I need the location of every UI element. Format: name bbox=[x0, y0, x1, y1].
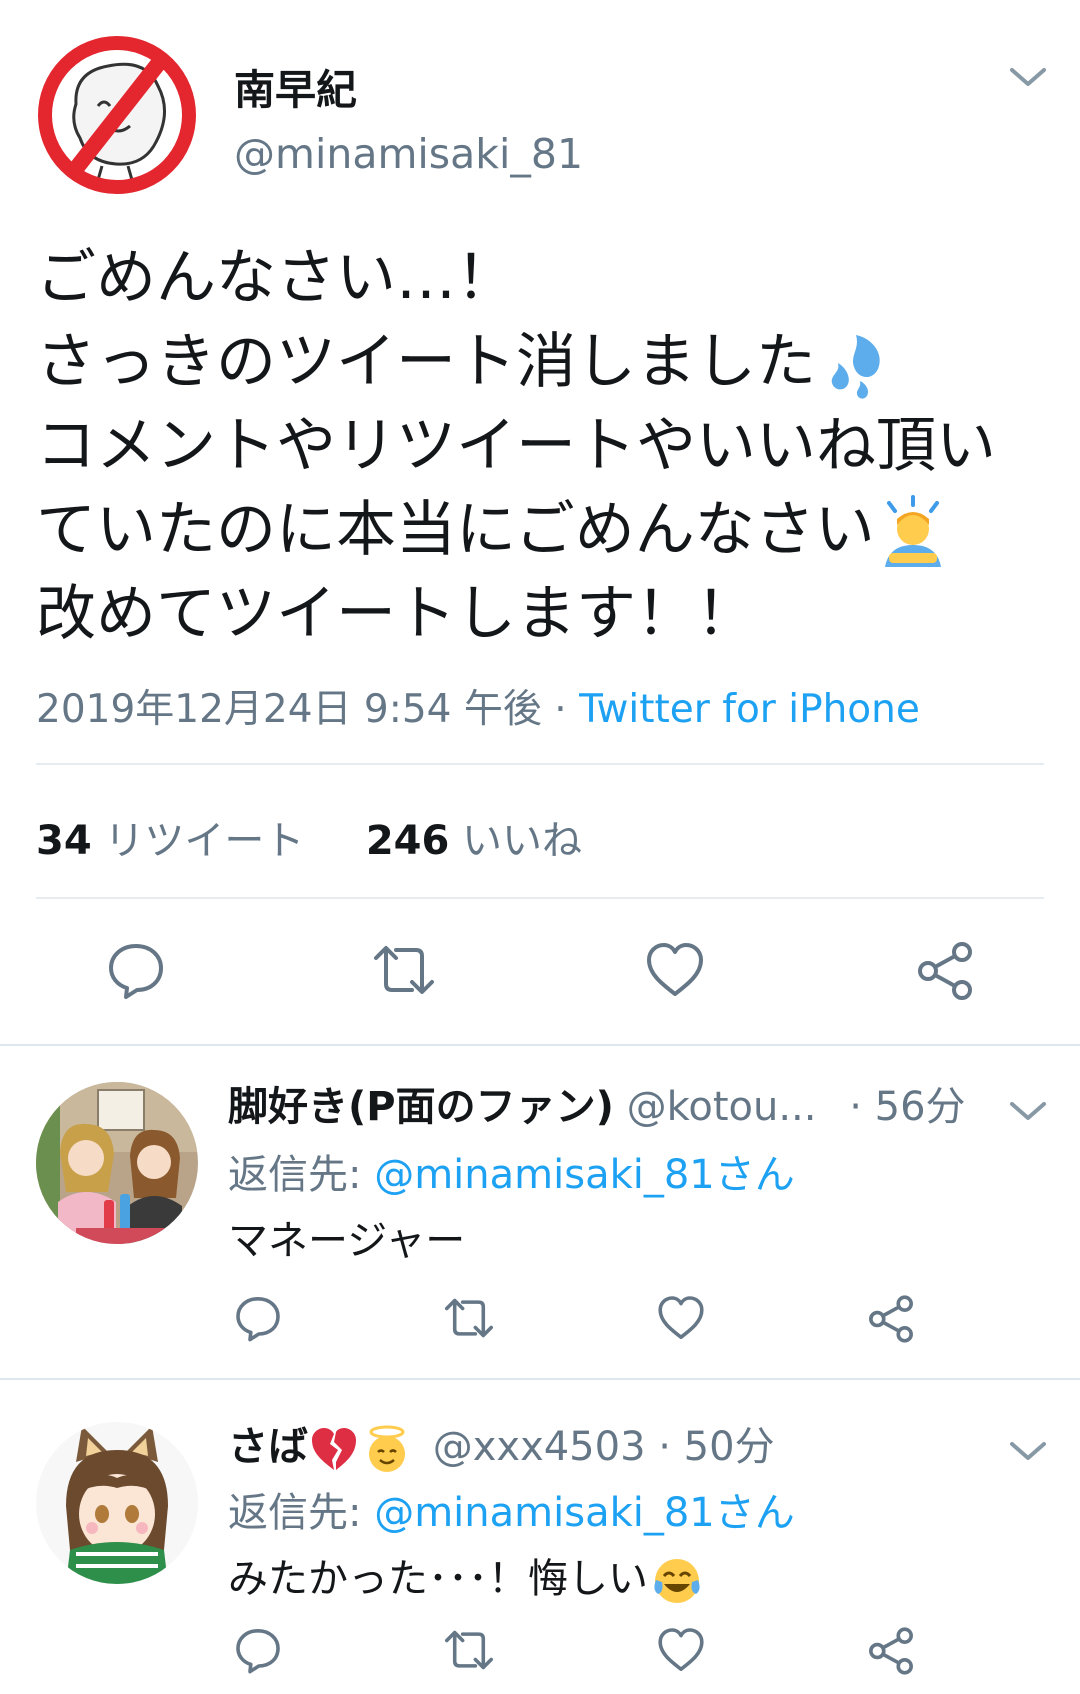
tweet-meta: 2019年12月24日 9:54 午後 · Twitter for iPhone bbox=[36, 678, 920, 734]
heart-icon[interactable] bbox=[656, 1294, 706, 1342]
reply-text-content: みたかった･･･！悔しい bbox=[228, 1556, 648, 1602]
reply-handle[interactable]: @xxx4503 bbox=[433, 1424, 646, 1470]
tweet-source-link[interactable]: Twitter for iPhone bbox=[579, 687, 920, 732]
anime-girls-avatar-icon bbox=[36, 1082, 198, 1244]
share-icon[interactable] bbox=[866, 1626, 916, 1676]
chevron-down-icon[interactable] bbox=[1006, 1096, 1050, 1126]
divider bbox=[36, 897, 1044, 899]
chevron-down-icon[interactable] bbox=[1006, 1436, 1050, 1466]
heart-icon[interactable] bbox=[656, 1626, 706, 1674]
reply-handle[interactable]: @kotou... bbox=[627, 1084, 817, 1130]
reply-display-name[interactable]: 脚好き(P面のファン) bbox=[228, 1084, 614, 1130]
retweet-icon[interactable] bbox=[442, 1294, 496, 1342]
crossed-out-character-icon bbox=[36, 34, 198, 196]
reply-tweet[interactable]: さば @xxx4503 · 50分 返信先: @minamisaki_81さん … bbox=[0, 1380, 1080, 1694]
reply-avatar[interactable] bbox=[36, 1422, 198, 1584]
tweet-stats: 34 リツイート 246 いいね bbox=[36, 808, 582, 866]
reply-text: マネージャー bbox=[228, 1218, 466, 1264]
divider bbox=[36, 763, 1044, 765]
main-tweet: 南早紀 @minamisaki_81 ごめんなさい…！ さっきのツイート消しまし… bbox=[0, 0, 1080, 1044]
tears-of-joy-emoji bbox=[654, 1559, 700, 1603]
reply-header: さば @xxx4503 · 50分 bbox=[228, 1414, 775, 1474]
tweet-timestamp[interactable]: 2019年12月24日 9:54 午後 bbox=[36, 687, 542, 732]
meta-separator: · bbox=[554, 687, 567, 732]
like-count: 246 bbox=[365, 818, 450, 864]
like-label: いいね bbox=[462, 818, 583, 864]
sweat-droplets-emoji bbox=[831, 335, 880, 400]
reply-time[interactable]: · 50分 bbox=[658, 1424, 774, 1470]
like-stat[interactable]: 246 いいね bbox=[366, 818, 582, 864]
tweet-line: コメントやリツイートやいいね頂い bbox=[36, 411, 996, 481]
reply-header: 脚好き(P面のファン) @kotou... · 56分 bbox=[228, 1074, 966, 1132]
angel-face-emoji bbox=[369, 1425, 405, 1472]
main-avatar[interactable] bbox=[36, 34, 198, 196]
reply-time[interactable]: · 56分 bbox=[849, 1084, 965, 1130]
author-handle[interactable]: @minamisaki_81 bbox=[234, 130, 583, 178]
broken-heart-emoji bbox=[312, 1428, 356, 1470]
anime-catgirl-avatar-icon bbox=[36, 1422, 198, 1584]
retweet-icon[interactable] bbox=[442, 1626, 496, 1674]
reply-avatar[interactable] bbox=[36, 1082, 198, 1244]
reply-text: みたかった･･･！悔しい bbox=[228, 1546, 702, 1606]
tweet-text: ごめんなさい…！ さっきのツイート消しました コメントやリツイートやいいね頂い … bbox=[36, 236, 1056, 656]
reply-to-mention[interactable]: @minamisaki_81さん bbox=[374, 1152, 795, 1198]
heart-icon[interactable] bbox=[644, 940, 706, 1000]
tweet-line: ごめんなさい…！ bbox=[36, 243, 516, 313]
reply-to-mention[interactable]: @minamisaki_81さん bbox=[374, 1490, 795, 1536]
reply-to-label: 返信先: bbox=[228, 1490, 362, 1536]
retweet-icon[interactable] bbox=[370, 940, 438, 1000]
retweet-label: リツイート bbox=[104, 818, 305, 864]
tweet-line: ていたのに本当にごめんなさい bbox=[36, 488, 1056, 572]
bowing-person-emoji bbox=[884, 495, 941, 568]
reply-icon[interactable] bbox=[234, 1294, 282, 1342]
tweet-line: 改めてツイートします！！ bbox=[36, 579, 756, 649]
retweet-count: 34 bbox=[36, 818, 92, 864]
reply-icon[interactable] bbox=[106, 940, 166, 1000]
author-display-name[interactable]: 南早紀 bbox=[234, 56, 357, 116]
tweet-line-text: さっきのツイート消しました bbox=[36, 327, 816, 397]
reply-to-line: 返信先: @minamisaki_81さん bbox=[228, 1142, 795, 1200]
share-icon[interactable] bbox=[914, 940, 976, 1002]
retweet-stat[interactable]: 34 リツイート bbox=[36, 818, 304, 864]
chevron-down-icon[interactable] bbox=[1006, 62, 1050, 92]
reply-display-name[interactable]: さば bbox=[228, 1424, 308, 1470]
share-icon[interactable] bbox=[866, 1294, 916, 1344]
reply-to-line: 返信先: @minamisaki_81さん bbox=[228, 1480, 795, 1538]
tweet-line: さっきのツイート消しました bbox=[36, 320, 1056, 404]
tweet-line-text: ていたのに本当にごめんなさい bbox=[36, 495, 875, 565]
reply-icon[interactable] bbox=[234, 1626, 282, 1674]
reply-to-label: 返信先: bbox=[228, 1152, 362, 1198]
reply-tweet[interactable]: 脚好き(P面のファン) @kotou... · 56分 返信先: @minami… bbox=[0, 1046, 1080, 1378]
